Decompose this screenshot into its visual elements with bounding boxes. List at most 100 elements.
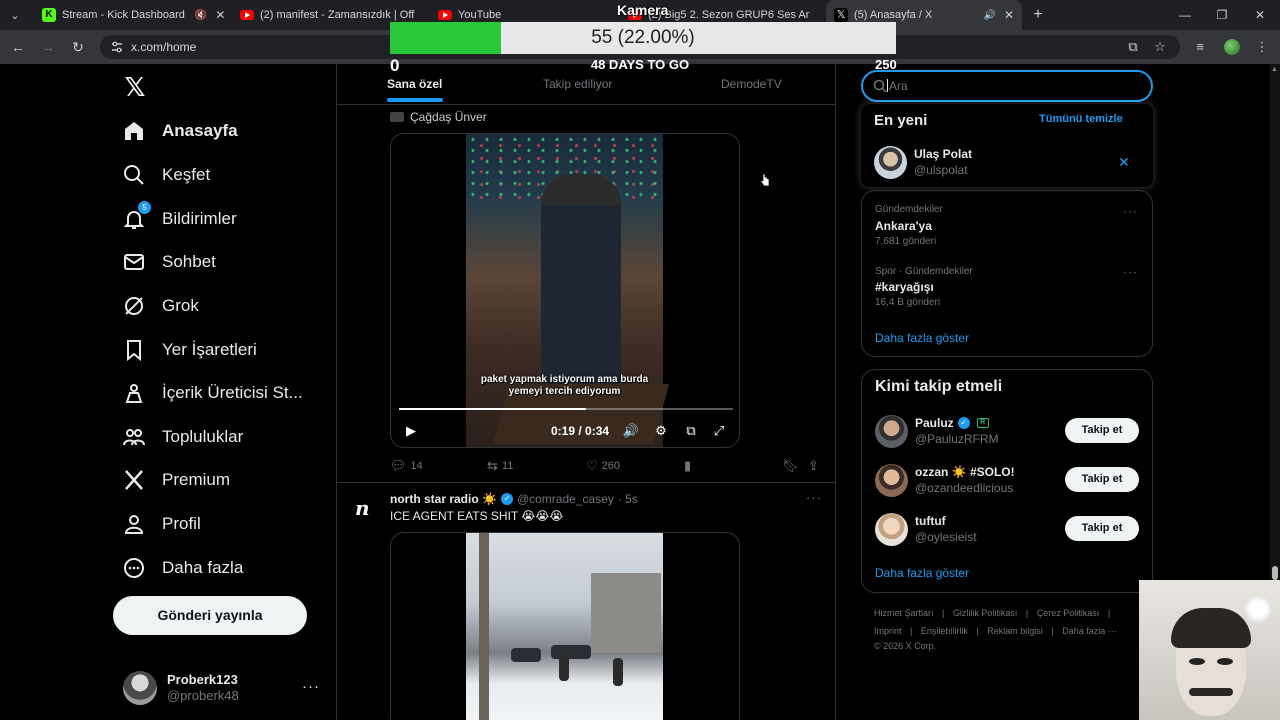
- tweet-time[interactable]: · 5s: [618, 492, 638, 506]
- bookmark-star-icon[interactable]: ☆: [1150, 37, 1170, 57]
- account-handle[interactable]: @proberk48: [167, 688, 239, 703]
- tweet-video[interactable]: [390, 532, 740, 720]
- trend-count: 7.681 gönderi: [875, 236, 937, 247]
- browser-menu-icon[interactable]: ⋮: [1252, 37, 1272, 57]
- footer-link-more[interactable]: Daha fazla ···: [1062, 626, 1117, 636]
- trend-more-icon[interactable]: ···: [1123, 204, 1138, 218]
- footer-link-accessibility[interactable]: Erişilebilirlik: [921, 626, 968, 636]
- search-input[interactable]: [889, 78, 1139, 94]
- suggested-user-name[interactable]: tuftuf: [915, 514, 946, 528]
- footer-link-imprint[interactable]: Imprint: [874, 626, 902, 636]
- search-box[interactable]: [861, 70, 1153, 102]
- media-controls-icon[interactable]: ≡: [1190, 37, 1210, 57]
- sidebar-item-profile[interactable]: Profil: [122, 506, 201, 542]
- sidebar-item-chat[interactable]: Sohbet: [122, 244, 216, 280]
- tweet-more-icon[interactable]: ···: [806, 490, 822, 505]
- follow-button[interactable]: Takip et: [1065, 467, 1139, 492]
- scrollbar-thumb[interactable]: [1272, 566, 1278, 580]
- trend-name[interactable]: #karyağışı: [875, 280, 934, 294]
- tweet-header[interactable]: north star radio ☀️ ✓ @comrade_casey · 5…: [390, 492, 638, 506]
- recent-user-handle[interactable]: @ulspolat: [914, 163, 968, 177]
- suggested-user-handle[interactable]: @oylesieist: [915, 530, 977, 544]
- reposter-line[interactable]: Çağdaş Ünver: [390, 110, 487, 124]
- fullscreen-icon[interactable]: ⤢: [709, 420, 729, 442]
- sidebar-item-premium[interactable]: Premium: [122, 462, 230, 498]
- footer-link-privacy[interactable]: Gizlilik Politikası: [953, 608, 1018, 618]
- recent-user-name[interactable]: Ulaş Polat: [914, 147, 972, 161]
- sidebar-item-grok[interactable]: Grok: [122, 288, 199, 324]
- author-name[interactable]: north star radio ☀️: [390, 492, 497, 506]
- scroll-up-icon[interactable]: ▲: [1271, 66, 1278, 73]
- reload-icon[interactable]: ↻: [68, 37, 88, 57]
- account-avatar[interactable]: [123, 671, 157, 705]
- picture-in-picture-icon[interactable]: ⧉: [681, 420, 701, 442]
- sidebar-item-notifications[interactable]: 5 Bildirimler: [122, 201, 237, 237]
- speaker-icon[interactable]: 🔊: [983, 10, 995, 21]
- clear-all-button[interactable]: Tümünü temizle: [1039, 113, 1123, 125]
- repost-button[interactable]: ⇆ 11: [487, 458, 513, 474]
- back-icon[interactable]: ←: [8, 37, 28, 57]
- reposter-name[interactable]: Çağdaş Ünver: [410, 110, 487, 124]
- author-handle[interactable]: @comrade_casey: [517, 492, 614, 506]
- suggested-user-handle[interactable]: @PauluzRFRM: [915, 432, 999, 446]
- x-premium-icon: [125, 470, 143, 490]
- video-progress-bar[interactable]: [399, 408, 733, 410]
- post-button[interactable]: Gönderi yayınla: [113, 596, 307, 635]
- restore-icon[interactable]: ❐: [1202, 0, 1242, 30]
- minimize-icon[interactable]: —: [1165, 0, 1205, 30]
- close-icon[interactable]: ✕: [1004, 8, 1014, 22]
- footer-link-ads-info[interactable]: Reklam bilgisi: [987, 626, 1043, 636]
- footer-link-terms[interactable]: Hizmet Şartları: [874, 608, 934, 618]
- footer-links-row-2: Imprint | Erişilebilirlik | Reklam bilgi…: [874, 626, 1117, 636]
- sidebar-item-more[interactable]: Daha fazla: [122, 550, 243, 586]
- follow-button[interactable]: Takip et: [1065, 516, 1139, 541]
- trends-show-more-link[interactable]: Daha fazla göster: [875, 331, 969, 345]
- bookmark-button[interactable]: 🔖︎: [782, 458, 803, 474]
- settings-gear-icon[interactable]: ⚙: [651, 420, 671, 442]
- like-button[interactable]: ♡ 260: [586, 458, 620, 474]
- footer-link-cookies[interactable]: Çerez Politikası: [1037, 608, 1100, 618]
- volume-icon[interactable]: 🔊: [621, 420, 641, 442]
- sidebar-item-label: Bildirimler: [162, 209, 237, 228]
- avatar[interactable]: [874, 146, 907, 179]
- forward-icon[interactable]: →: [38, 37, 58, 57]
- follow-button[interactable]: Takip et: [1065, 418, 1139, 443]
- who-to-follow-show-more-link[interactable]: Daha fazla göster: [875, 566, 969, 580]
- avatar[interactable]: [875, 415, 908, 448]
- sidebar-item-bookmarks[interactable]: Yer İşaretleri: [122, 332, 257, 368]
- browser-profile-avatar[interactable]: [1224, 39, 1240, 55]
- tab-search-icon[interactable]: ⌄: [0, 0, 30, 30]
- site-settings-icon[interactable]: [110, 40, 124, 54]
- trend-name[interactable]: Ankara'ya: [875, 219, 932, 233]
- sidebar-item-home[interactable]: Anasayfa: [122, 113, 238, 149]
- views-button[interactable]: ▮: [684, 458, 695, 474]
- close-icon[interactable]: ✕: [215, 8, 225, 22]
- sidebar-item-communities[interactable]: Topluluklar: [122, 419, 243, 455]
- window-close-icon[interactable]: ✕: [1240, 0, 1280, 30]
- north-star-avatar[interactable]: n: [355, 496, 379, 520]
- tweet-video[interactable]: paket yapmak istiyorum ama burda yemeyi …: [390, 133, 740, 448]
- share-button[interactable]: ⇪: [808, 458, 823, 474]
- suggested-user-handle[interactable]: @ozandeedlicious: [915, 481, 1013, 495]
- avatar[interactable]: [875, 513, 908, 546]
- account-more-icon[interactable]: ···: [302, 678, 320, 695]
- account-name[interactable]: Proberk123: [167, 672, 238, 687]
- browser-tab-kick[interactable]: K Stream - Kick Dashboard 🔇 ✕: [34, 0, 234, 30]
- new-tab-icon[interactable]: +: [1028, 5, 1048, 25]
- tab-demodetv[interactable]: DemodeTV: [721, 77, 782, 91]
- sidebar-item-creator-studio[interactable]: İçerik Üreticisi St...: [122, 375, 303, 411]
- url-text[interactable]: x.com/home: [131, 40, 196, 54]
- avatar[interactable]: [875, 464, 908, 497]
- tab-following[interactable]: Takip ediliyor: [543, 77, 612, 91]
- play-icon[interactable]: ▶: [401, 420, 421, 442]
- trend-more-icon[interactable]: ···: [1123, 265, 1138, 279]
- remove-recent-icon[interactable]: ✕: [1118, 154, 1130, 171]
- install-app-icon[interactable]: ⧉: [1123, 37, 1143, 57]
- sidebar-item-explore[interactable]: Keşfet: [122, 157, 210, 193]
- suggested-user-name[interactable]: ozzan ☀️ #SOLO!: [915, 465, 1015, 479]
- x-logo-icon[interactable]: 𝕏: [122, 74, 148, 100]
- muted-icon[interactable]: 🔇: [195, 10, 207, 21]
- tab-for-you[interactable]: Sana özel: [387, 77, 442, 91]
- suggested-user-name[interactable]: Pauluz ✓ R: [915, 416, 989, 430]
- reply-button[interactable]: 💬︎ 14: [390, 458, 423, 474]
